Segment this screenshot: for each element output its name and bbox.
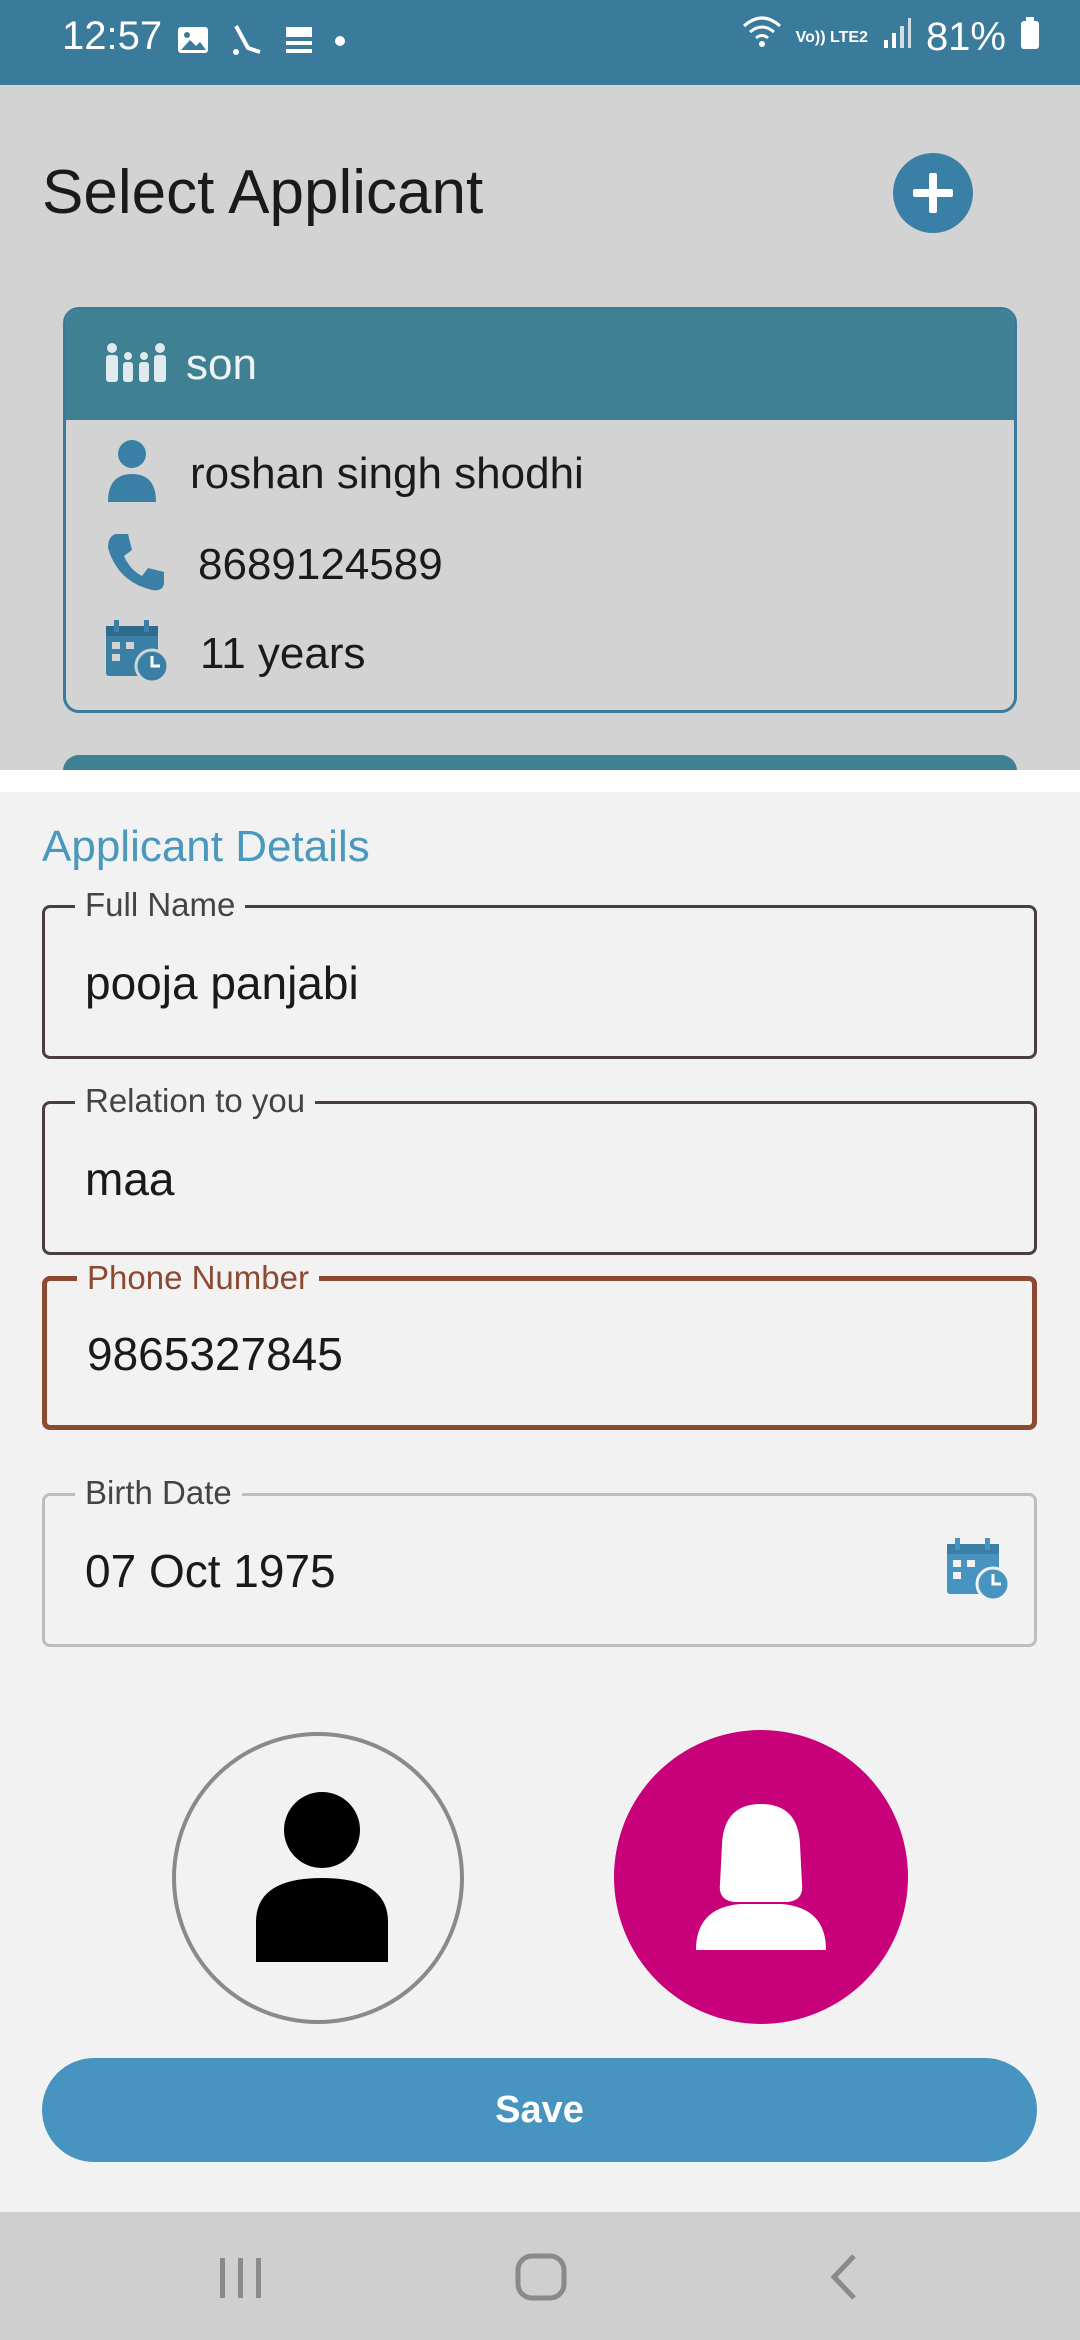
- page-title: Select Applicant: [42, 158, 484, 227]
- dot-icon: [334, 34, 346, 52]
- full-name-label: Full Name: [75, 886, 246, 924]
- add-applicant-button[interactable]: [893, 153, 973, 233]
- card-phone: 8689124589: [198, 539, 443, 589]
- network-type: Vo)) LTE2: [795, 28, 868, 46]
- calendar-clock-icon: [104, 618, 170, 689]
- card-name-row: roshan singh shodhi: [104, 438, 584, 509]
- family-icon: [104, 342, 168, 389]
- full-name-field[interactable]: Full Name pooja panjabi: [42, 886, 1037, 1059]
- date-picker-icon[interactable]: [945, 1536, 1011, 1607]
- card-name: roshan singh shodhi: [190, 448, 584, 498]
- back-icon[interactable]: [816, 2252, 876, 2302]
- wifi-icon: [742, 14, 782, 60]
- birth-date-value: 07 Oct 1975: [85, 1545, 336, 1597]
- card-relation: son: [186, 340, 257, 389]
- card-header: son: [66, 310, 1014, 420]
- navigation-bar: [0, 2212, 1080, 2340]
- save-button[interactable]: Save: [42, 2058, 1037, 2162]
- full-name-value: pooja panjabi: [85, 957, 359, 1009]
- status-bar: 12:57 Vo)) LTE2 81%: [0, 0, 1080, 85]
- sheet-title: Applicant Details: [42, 822, 370, 871]
- recents-icon[interactable]: [210, 2252, 270, 2302]
- phone-number-value: 9865327845: [87, 1328, 343, 1380]
- applicant-list-screen: Select Applicant son roshan singh shodhi: [0, 85, 1080, 815]
- news-app-icon: [282, 23, 316, 62]
- card-phone-row: 8689124589: [104, 530, 443, 599]
- male-avatar-icon: [254, 1792, 390, 1969]
- person-icon: [104, 438, 160, 509]
- phone-number-field[interactable]: Phone Number 9865327845: [42, 1259, 1037, 1430]
- relation-value: maa: [85, 1153, 175, 1205]
- relation-field[interactable]: Relation to you maa: [42, 1082, 1037, 1255]
- birth-date-field[interactable]: Birth Date 07 Oct 1975: [42, 1474, 1037, 1647]
- female-avatar-icon: [692, 1804, 830, 1957]
- image-icon: [176, 23, 210, 62]
- birth-date-label: Birth Date: [75, 1474, 242, 1512]
- gender-female-button[interactable]: [614, 1730, 908, 2024]
- cricket-icon: [228, 22, 264, 63]
- gender-male-button[interactable]: [172, 1732, 464, 2024]
- battery-icon: [1020, 15, 1040, 60]
- card-age: 11 years: [200, 628, 366, 678]
- phone-number-label: Phone Number: [77, 1259, 319, 1297]
- home-icon[interactable]: [512, 2252, 572, 2302]
- status-time: 12:57: [62, 14, 163, 58]
- applicant-details-sheet: Applicant Details Full Name pooja panjab…: [0, 770, 1080, 2190]
- applicant-card[interactable]: son roshan singh shodhi 8689124589 11 ye…: [63, 307, 1017, 713]
- card-age-row: 11 years: [104, 618, 366, 689]
- relation-label: Relation to you: [75, 1082, 316, 1120]
- battery-percent: 81%: [925, 14, 1006, 59]
- phone-icon: [104, 530, 168, 599]
- signal-icon: [882, 15, 912, 60]
